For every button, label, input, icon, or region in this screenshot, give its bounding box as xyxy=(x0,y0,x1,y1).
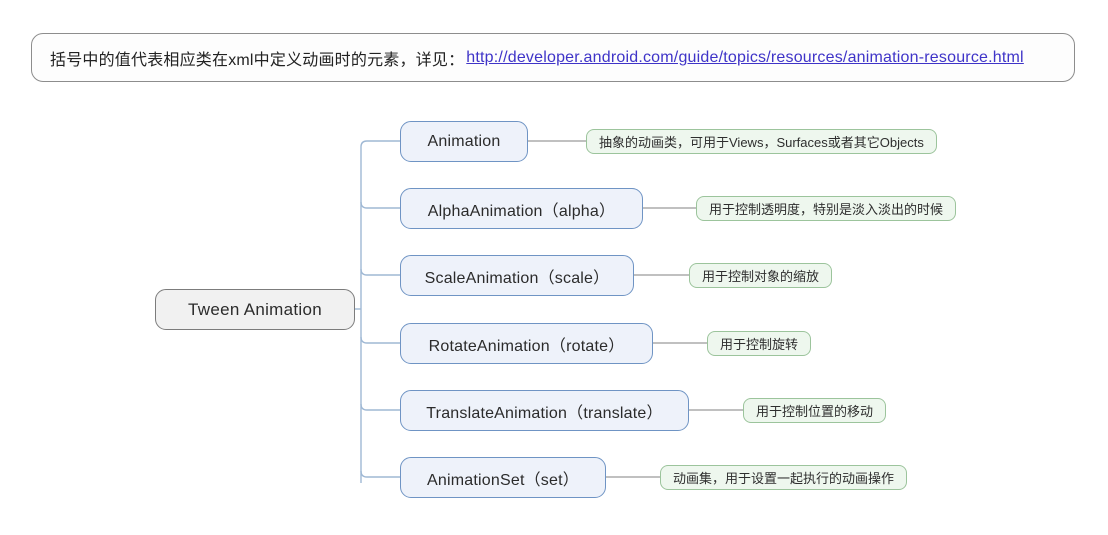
node-animation-set[interactable]: AnimationSet（set） xyxy=(400,457,606,498)
header-note-text: 括号中的值代表相应类在xml中定义动画时的元素，详见： xyxy=(50,51,465,69)
node-alpha-animation[interactable]: AlphaAnimation（alpha） xyxy=(400,188,643,229)
connector-branch-5 xyxy=(360,403,400,411)
note-rotate-animation: 用于控制旋转 xyxy=(707,331,812,356)
note-translate-animation: 用于控制位置的移动 xyxy=(743,398,887,423)
connector-branch-4 xyxy=(360,336,400,344)
node-animation[interactable]: Animation xyxy=(400,121,528,162)
root-node-tween-animation[interactable]: Tween Animation xyxy=(155,289,355,330)
connector-branch-2 xyxy=(360,201,400,209)
connector-branch-1 xyxy=(360,140,400,148)
note-animation-set: 动画集，用于设置一起执行的动画操作 xyxy=(660,465,908,490)
node-scale-animation[interactable]: ScaleAnimation（scale） xyxy=(400,255,634,296)
note-scale-animation: 用于控制对象的缩放 xyxy=(689,263,833,288)
connector-branch-3 xyxy=(360,268,400,276)
note-animation: 抽象的动画类，可用于Views，Surfaces或者其它Objects xyxy=(586,129,937,154)
node-translate-animation[interactable]: TranslateAnimation（translate） xyxy=(400,390,689,431)
connector-branch-6 xyxy=(360,470,400,478)
header-note-link[interactable]: http://developer.android.com/guide/topic… xyxy=(466,49,1024,67)
note-alpha-animation: 用于控制透明度，特别是淡入淡出的时候 xyxy=(696,196,957,221)
header-note: 括号中的值代表相应类在xml中定义动画时的元素，详见： http://develo… xyxy=(31,33,1075,82)
node-rotate-animation[interactable]: RotateAnimation（rotate） xyxy=(400,323,653,364)
